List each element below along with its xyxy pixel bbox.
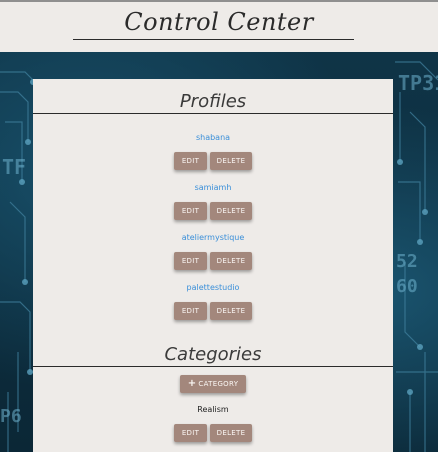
category-name: Realism <box>197 405 229 414</box>
svg-text:52: 52 <box>396 251 418 272</box>
categories-heading: Categories <box>164 344 262 365</box>
delete-button[interactable]: DELETE <box>210 302 252 320</box>
edit-button[interactable]: EDIT <box>174 202 207 220</box>
delete-button[interactable]: DELETE <box>210 252 252 270</box>
delete-button[interactable]: DELETE <box>210 152 252 170</box>
svg-text:60: 60 <box>396 276 418 297</box>
edit-button[interactable]: EDIT <box>174 424 207 442</box>
delete-button[interactable]: DELETE <box>210 202 252 220</box>
delete-button[interactable]: DELETE <box>210 424 252 442</box>
plus-icon: + <box>187 378 197 389</box>
profiles-divider <box>33 113 393 114</box>
edit-button[interactable]: EDIT <box>174 152 207 170</box>
control-card: Profiles shabana EDIT DELETE samiamh EDI… <box>33 79 393 452</box>
page-title: Control Center <box>124 8 314 36</box>
svg-text:TP31: TP31 <box>398 71 438 95</box>
header-divider <box>73 39 354 40</box>
profile-link[interactable]: ateliermystique <box>33 233 393 242</box>
profile-link[interactable]: shabana <box>33 133 393 142</box>
edit-button[interactable]: EDIT <box>174 302 207 320</box>
profile-link[interactable]: samiamh <box>33 183 393 192</box>
edit-button[interactable]: EDIT <box>174 252 207 270</box>
svg-text:TF: TF <box>2 155 26 179</box>
add-category-label: CATEGORY <box>198 380 239 388</box>
add-category-button[interactable]: + CATEGORY <box>180 375 246 393</box>
header-bar: Control Center <box>0 2 438 52</box>
profiles-heading: Profiles <box>179 91 247 112</box>
categories-divider <box>33 366 393 367</box>
svg-text:P6: P6 <box>0 406 22 427</box>
profile-link[interactable]: palettestudio <box>33 283 393 292</box>
